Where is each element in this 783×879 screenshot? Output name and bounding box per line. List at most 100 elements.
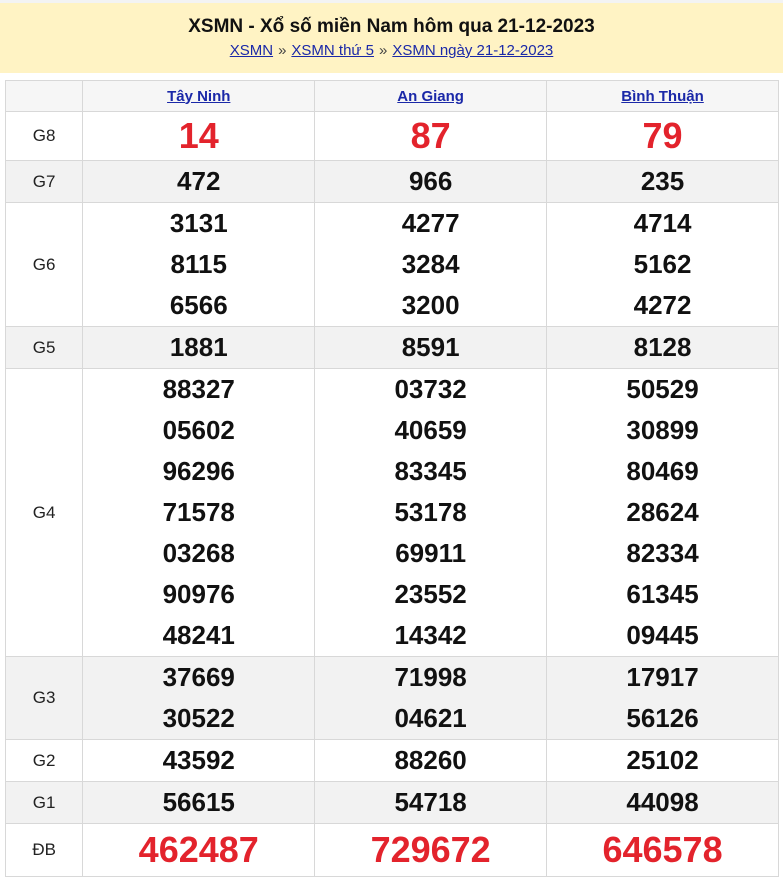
- prize-cell: 3131 8115 6566: [82, 202, 316, 327]
- prize-number: 71998: [394, 662, 467, 692]
- prize-label: G1: [4, 781, 84, 824]
- prize-cell: 37669 30522: [82, 656, 316, 740]
- prize-number: 1881: [169, 332, 228, 362]
- province-header-cell: An Giang: [314, 80, 548, 112]
- prize-number: 87: [410, 115, 451, 156]
- prize-number: 3200: [401, 290, 460, 320]
- header-corner-cell: [4, 80, 84, 112]
- breadcrumb-link-xsmn[interactable]: XSMN: [230, 42, 273, 59]
- prize-cell: 235: [546, 160, 779, 203]
- prize-cell: 87: [314, 111, 548, 161]
- prize-number: 17917: [626, 662, 699, 692]
- province-header-cell: Tây Ninh: [82, 80, 316, 112]
- prize-number: 71578: [162, 497, 235, 527]
- prize-cell: 472: [82, 160, 316, 203]
- prize-cell: 17917 56126: [546, 656, 779, 740]
- prize-cell: 25102: [546, 739, 779, 782]
- prize-number: 80469: [626, 456, 699, 486]
- prize-number: 56615: [162, 787, 235, 817]
- prize-number: 4272: [633, 290, 692, 320]
- prize-number: 03732: [394, 374, 467, 404]
- prize-number: 50529: [626, 374, 699, 404]
- breadcrumb: XSMN» XSMN thứ 5» XSMN ngày 21-12-2023: [0, 41, 783, 61]
- prize-number: 6566: [169, 290, 228, 320]
- prize-number: 23552: [394, 579, 467, 609]
- prize-number: 03268: [162, 538, 235, 568]
- prize-row-g2: G2 43592 88260 25102: [4, 739, 779, 782]
- prize-number: 09445: [626, 620, 699, 650]
- prize-row-g5: G5 1881 8591 8128: [4, 326, 779, 369]
- prize-number: 5162: [633, 249, 692, 279]
- prize-label: G6: [4, 202, 84, 327]
- prize-number: 14342: [394, 620, 467, 650]
- prize-number: 43592: [162, 745, 235, 775]
- prize-number: 3131: [169, 208, 228, 238]
- prize-cell: 54718: [314, 781, 548, 824]
- page: XSMN - Xổ số miền Nam hôm qua 21-12-2023…: [0, 0, 783, 879]
- prize-number: 40659: [394, 415, 467, 445]
- prize-number: 25102: [626, 745, 699, 775]
- prize-label: G5: [4, 326, 84, 369]
- prize-row-g8: G8 14 87 79: [4, 111, 779, 161]
- prize-cell: 462487: [82, 823, 316, 877]
- prize-number: 48241: [162, 620, 235, 650]
- prize-number: 61345: [626, 579, 699, 609]
- prize-label: G3: [4, 656, 84, 740]
- prize-number: 88260: [394, 745, 467, 775]
- page-title: XSMN - Xổ số miền Nam hôm qua 21-12-2023: [188, 16, 595, 37]
- prize-number: 79: [642, 115, 683, 156]
- prize-label: G7: [4, 160, 84, 203]
- breadcrumb-separator: »: [378, 42, 388, 59]
- prize-row-g1: G1 56615 54718 44098: [4, 781, 779, 824]
- prize-number: 04621: [394, 703, 467, 733]
- prize-row-g3: G3 37669 30522 71998 04621 17917 56126: [4, 656, 779, 740]
- prize-number: 05602: [162, 415, 235, 445]
- prize-row-xb: ĐB 462487 729672 646578: [4, 823, 779, 877]
- prize-cell: 88260: [314, 739, 548, 782]
- prize-number: 235: [640, 166, 685, 196]
- prize-number: 96296: [162, 456, 235, 486]
- province-link-an-giang[interactable]: An Giang: [397, 88, 464, 105]
- prize-number: 4714: [633, 208, 692, 238]
- prize-number: 472: [177, 166, 221, 196]
- prize-number: 966: [408, 166, 453, 196]
- prize-number: 4277: [401, 208, 460, 238]
- result-header: XSMN - Xổ số miền Nam hôm qua 21-12-2023…: [0, 3, 783, 73]
- province-link-binh-thuan[interactable]: Bình Thuận: [621, 88, 704, 105]
- prize-number: 14: [178, 115, 219, 156]
- prize-number: 82334: [626, 538, 699, 568]
- prize-number: 3284: [401, 249, 460, 279]
- prize-cell: 729672: [314, 823, 548, 877]
- breadcrumb-separator: »: [278, 42, 287, 59]
- prize-cell: 79: [546, 111, 779, 161]
- province-link-tay-ninh[interactable]: Tây Ninh: [167, 88, 230, 105]
- prize-number: 8591: [401, 332, 460, 362]
- prize-number: 30522: [162, 703, 235, 733]
- prize-number: 30899: [626, 415, 699, 445]
- breadcrumb-link-xsmn-thu-5[interactable]: XSMN thứ 5: [291, 42, 374, 59]
- prize-cell: 88327 05602 96296 71578 03268 90976 48241: [82, 368, 316, 657]
- province-header-row: Tây Ninh An Giang Bình Thuận: [4, 80, 779, 112]
- prize-cell: 44098: [546, 781, 779, 824]
- prize-row-g4: G4 88327 05602 96296 71578 03268 90976 48241 037…: [4, 368, 779, 657]
- prize-number: 44098: [626, 787, 699, 817]
- prize-rows: G8 14 87 79 G7 472 966 235 G6 3131 8115 6566 4277 328…: [4, 111, 779, 877]
- prize-number: 54718: [394, 787, 467, 817]
- prize-cell: 8128: [546, 326, 779, 369]
- prize-label: G2: [4, 739, 84, 782]
- prize-label: G4: [4, 368, 84, 657]
- prize-number: 8115: [170, 249, 227, 279]
- prize-cell: 8591: [314, 326, 548, 369]
- prize-number: 53178: [394, 497, 467, 527]
- special-prize-number: 729672: [370, 829, 491, 870]
- prize-cell: 646578: [546, 823, 779, 877]
- prize-cell: 03732 40659 83345 53178 69911 23552 14342: [314, 368, 548, 657]
- breadcrumb-link-xsmn-date[interactable]: XSMN ngày 21-12-2023: [392, 42, 553, 59]
- prize-number: 37669: [162, 662, 235, 692]
- prize-cell: 966: [314, 160, 548, 203]
- special-prize-number: 462487: [138, 829, 259, 870]
- special-prize-number: 646578: [602, 829, 723, 870]
- prize-cell: 56615: [82, 781, 316, 824]
- prize-label: G8: [4, 111, 84, 161]
- prize-number: 83345: [394, 456, 467, 486]
